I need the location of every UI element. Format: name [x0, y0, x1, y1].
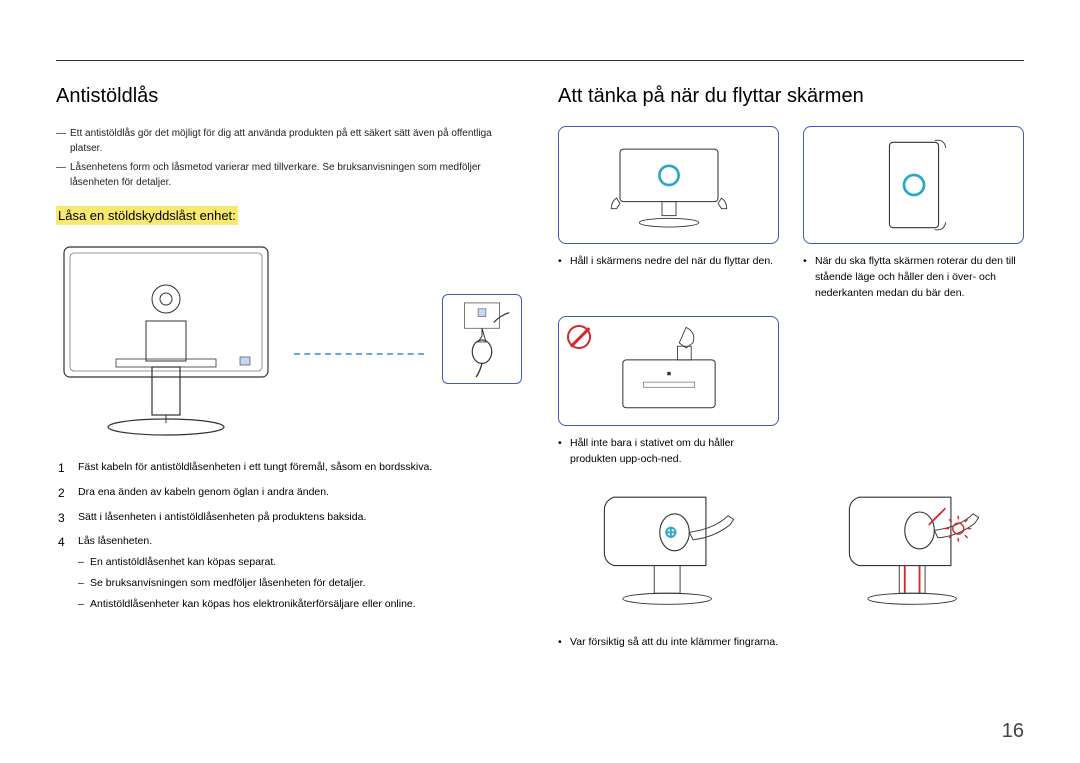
monitor-back-illustration [56, 239, 276, 439]
pinch1-svg [594, 488, 744, 608]
tile-hold-bottom [558, 126, 779, 244]
prohibit-icon [567, 325, 591, 349]
hold-bottom-svg [599, 135, 739, 235]
monitor-back-svg [56, 239, 276, 439]
left-subheading: Låsa en stöldskyddslåst enhet: [56, 206, 238, 225]
lock-svg [443, 295, 521, 383]
tile1-caption: Håll i skärmens nedre del när du flyttar… [558, 254, 779, 270]
tile-pinch-2 [803, 483, 1024, 613]
sub-1: En antistöldlåsenhet kan köpas separat. [78, 554, 522, 571]
pinch2-svg [839, 488, 989, 608]
tile-row-3 [558, 483, 1024, 623]
portrait-svg [864, 135, 964, 235]
tile-pinch-1 [558, 483, 779, 613]
tile-row-1: Håll i skärmens nedre del när du flyttar… [558, 126, 1024, 304]
columns: Antistöldlås Ett antistöldlås gör det mö… [56, 85, 1024, 654]
upside-down-svg [599, 324, 739, 418]
lock-closeup-illustration [442, 294, 522, 384]
tile2-caption: När du ska flytta skärmen roterar du den… [803, 254, 1024, 301]
left-note-1: Ett antistöldlås gör det möjligt för dig… [70, 126, 522, 156]
tile3-caption: Håll inte bara i stativet om du håller p… [558, 436, 779, 468]
sub-3: Antistöldlåsenheter kan köpas hos elektr… [78, 596, 522, 613]
step-3: Sätt i låsenheten i antistöldlåsenheten … [56, 509, 522, 526]
steps-list: Fäst kabeln för antistöldlåsenheten i et… [56, 459, 522, 613]
tile-no-stand-hold [558, 316, 779, 426]
step-1: Fäst kabeln för antistöldlåsenheten i et… [56, 459, 522, 476]
sub-2: Se bruksanvisningen som medföljer låsenh… [78, 575, 522, 592]
page-number: 16 [1002, 720, 1024, 743]
step-4: Lås låsenheten. En antistöldlåsenhet kan… [56, 533, 522, 612]
right-column: Att tänka på när du flyttar skärmen Håll… [558, 85, 1024, 654]
step-4-sublist: En antistöldlåsenhet kan köpas separat. … [78, 554, 522, 612]
connection-line [294, 353, 424, 355]
tile-row-2: Håll inte bara i stativet om du håller p… [558, 316, 1024, 471]
left-heading: Antistöldlås [56, 85, 522, 108]
step-2: Dra ena änden av kabeln genom öglan i an… [56, 484, 522, 501]
tile4-caption: Var försiktig så att du inte klämmer fin… [558, 635, 1024, 651]
left-note-2: Låsenhetens form och låsmetod varierar m… [70, 160, 522, 190]
left-column: Antistöldlås Ett antistöldlås gör det mö… [56, 85, 522, 654]
top-rule [56, 60, 1024, 61]
lock-diagram [56, 239, 522, 439]
tile-rotate-portrait [803, 126, 1024, 244]
right-heading: Att tänka på när du flyttar skärmen [558, 85, 1024, 108]
